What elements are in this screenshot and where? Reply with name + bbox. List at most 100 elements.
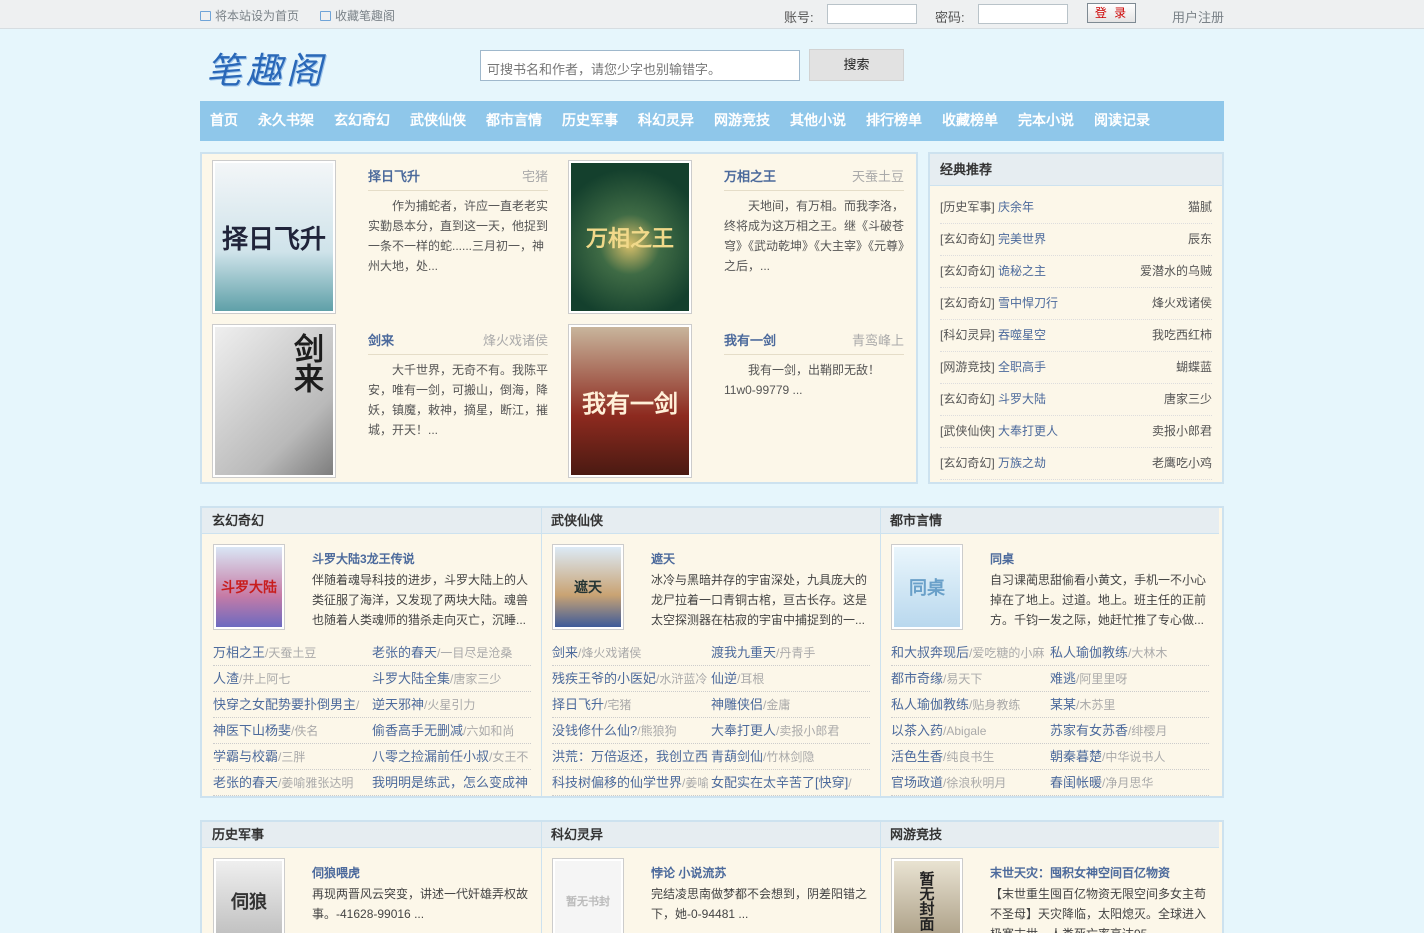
classic-author[interactable]: 蝴蝶蓝: [1176, 352, 1212, 382]
list-book-author[interactable]: /宅猪: [604, 698, 631, 712]
category-list-item[interactable]: 没钱修什么仙?/熊狼狗: [552, 718, 708, 744]
classic-author[interactable]: 烽火戏诸侯: [1152, 288, 1212, 318]
classic-book-link[interactable]: 大奉打更人: [998, 424, 1058, 438]
category-list-item[interactable]: 洪荒：万倍返还，我创立西: [552, 744, 708, 770]
category-title[interactable]: 历史军事: [202, 822, 541, 848]
list-book-name[interactable]: 官场政道: [891, 775, 943, 790]
list-book-name[interactable]: 私人瑜伽教练: [891, 697, 969, 712]
list-book-name[interactable]: 科技树偏移的仙学世界: [552, 775, 682, 790]
list-book-name[interactable]: 以茶入药: [891, 723, 943, 738]
book-cover[interactable]: 择日飞升: [212, 160, 336, 314]
list-book-name[interactable]: 剑来: [552, 645, 578, 660]
list-book-name[interactable]: 洪荒：万倍返还，我创立西: [552, 749, 708, 764]
nav-item-8[interactable]: 其他小说: [790, 101, 846, 141]
list-book-author[interactable]: /徐浪秋明月: [943, 776, 1006, 790]
category-list-item[interactable]: 偷香高手无删减/六如和尚: [372, 718, 530, 744]
category-list-item[interactable]: 残疾王爷的小医妃/水浒蓝冷: [552, 666, 708, 692]
list-book-author[interactable]: /爱吃糖的小麻: [969, 646, 1044, 660]
password-input[interactable]: [978, 4, 1068, 24]
nav-item-1[interactable]: 永久书架: [258, 101, 314, 141]
list-book-name[interactable]: 某某: [1050, 697, 1076, 712]
classic-book-link[interactable]: 庆余年: [998, 200, 1034, 214]
category-list-item[interactable]: 神雕侠侣/金庸: [711, 692, 869, 718]
nav-item-11[interactable]: 完本小说: [1018, 101, 1074, 141]
list-book-name[interactable]: 残疾王爷的小医妃: [552, 671, 656, 686]
search-button[interactable]: 搜索: [809, 49, 904, 81]
list-book-author[interactable]: /阿里里呀: [1076, 672, 1127, 686]
category-featured-title[interactable]: 遮天: [651, 550, 675, 567]
featured-book-title[interactable]: 万相之王: [724, 166, 776, 185]
list-book-author[interactable]: /金庸: [763, 698, 790, 712]
book-cover[interactable]: 暂无书封: [552, 858, 624, 933]
category-list-item[interactable]: 大奉打更人/卖报小郎君: [711, 718, 869, 744]
list-book-author[interactable]: /六如和尚: [463, 724, 514, 738]
nav-item-6[interactable]: 科幻灵异: [638, 101, 694, 141]
category-featured-title[interactable]: 伺狼喂虎: [312, 864, 360, 881]
category-list-item[interactable]: 朝秦暮楚/中华说书人: [1050, 744, 1208, 770]
book-cover[interactable]: 伺狼: [213, 858, 285, 933]
list-book-author[interactable]: /Abigale: [943, 724, 986, 738]
classic-book-link[interactable]: 万族之劫: [998, 456, 1046, 470]
list-book-author[interactable]: /一目尽是沧桑: [437, 646, 512, 660]
list-book-author[interactable]: /卖报小郎君: [776, 724, 839, 738]
category-list-item[interactable]: 我明明是练武，怎么变成神: [372, 770, 530, 796]
list-book-name[interactable]: 八零之捡漏前任小叔: [372, 749, 489, 764]
list-book-name[interactable]: 活色生香: [891, 749, 943, 764]
category-list-item[interactable]: 官场政道/徐浪秋明月: [891, 770, 1047, 796]
classic-book-link[interactable]: 斗罗大陆: [998, 392, 1046, 406]
category-list-item[interactable]: 万相之王/天蚕土豆: [213, 640, 369, 666]
list-book-author[interactable]: /水浒蓝冷: [656, 672, 707, 686]
category-list-item[interactable]: 逆天邪神/火星引力: [372, 692, 530, 718]
category-title[interactable]: 科幻灵异: [541, 822, 880, 848]
featured-book-title[interactable]: 我有一剑: [724, 330, 776, 349]
list-book-name[interactable]: 人渣: [213, 671, 239, 686]
list-book-author[interactable]: /净月思华: [1102, 776, 1153, 790]
list-book-author[interactable]: /女王不: [489, 750, 528, 764]
list-book-author[interactable]: /佚名: [291, 724, 318, 738]
category-list-item[interactable]: 仙逆/耳根: [711, 666, 869, 692]
classic-author[interactable]: 老鹰吃小鸡: [1152, 448, 1212, 478]
book-cover[interactable]: 遮天: [552, 544, 624, 630]
classic-book-link[interactable]: 吞噬星空: [998, 328, 1046, 342]
category-list-item[interactable]: 老张的春天/姜喻雅张达明: [213, 770, 369, 796]
list-book-name[interactable]: 仙逆: [711, 671, 737, 686]
category-list-item[interactable]: 春闺帐暖/净月思华: [1050, 770, 1208, 796]
nav-item-10[interactable]: 收藏榜单: [942, 101, 998, 141]
category-title[interactable]: 网游竞技: [880, 822, 1219, 848]
category-list-item[interactable]: 剑来/烽火戏诸侯: [552, 640, 708, 666]
list-book-author[interactable]: /天蚕土豆: [265, 646, 316, 660]
featured-book-title[interactable]: 择日飞升: [368, 166, 420, 185]
list-book-name[interactable]: 逆天邪神: [372, 697, 424, 712]
list-book-name[interactable]: 朝秦暮楚: [1050, 749, 1102, 764]
featured-book-author[interactable]: 天蚕土豆: [798, 166, 904, 185]
list-book-author[interactable]: /姜喻当: [682, 776, 708, 790]
list-book-name[interactable]: 老张的春天: [372, 645, 437, 660]
list-book-author[interactable]: /: [848, 776, 851, 790]
category-title[interactable]: 玄幻奇幻: [202, 508, 541, 534]
list-book-author[interactable]: /中华说书人: [1102, 750, 1165, 764]
list-book-author[interactable]: /火星引力: [424, 698, 475, 712]
category-featured-title[interactable]: 悖论 小说流苏: [651, 864, 726, 881]
list-book-author[interactable]: /纯良书生: [943, 750, 994, 764]
nav-item-7[interactable]: 网游竞技: [714, 101, 770, 141]
nav-item-5[interactable]: 历史军事: [562, 101, 618, 141]
category-list-item[interactable]: 私人瑜伽教练/贴身教练: [891, 692, 1047, 718]
list-book-name[interactable]: 大奉打更人: [711, 723, 776, 738]
login-button[interactable]: 登 录: [1087, 3, 1136, 23]
register-link[interactable]: 用户注册: [1172, 7, 1224, 26]
category-list-item[interactable]: 都市奇缘/易天下: [891, 666, 1047, 692]
category-list-item[interactable]: 女配实在太辛苦了[快穿]/: [711, 770, 869, 796]
book-cover[interactable]: 斗罗大陆: [213, 544, 285, 630]
list-book-author[interactable]: /: [356, 698, 359, 712]
category-list-item[interactable]: 私人瑜伽教练/大林木: [1050, 640, 1208, 666]
book-cover[interactable]: 我有一剑: [568, 324, 692, 478]
list-book-author[interactable]: /木苏里: [1076, 698, 1115, 712]
classic-book-link[interactable]: 雪中悍刀行: [998, 296, 1058, 310]
list-book-name[interactable]: 斗罗大陆全集: [372, 671, 450, 686]
featured-book-title[interactable]: 剑来: [368, 330, 394, 349]
list-book-name[interactable]: 万相之王: [213, 645, 265, 660]
list-book-author[interactable]: /大林木: [1128, 646, 1167, 660]
category-featured-title[interactable]: 同桌: [990, 550, 1014, 567]
category-list-item[interactable]: 斗罗大陆全集/唐家三少: [372, 666, 530, 692]
category-list-item[interactable]: 科技树偏移的仙学世界/姜喻当: [552, 770, 708, 796]
